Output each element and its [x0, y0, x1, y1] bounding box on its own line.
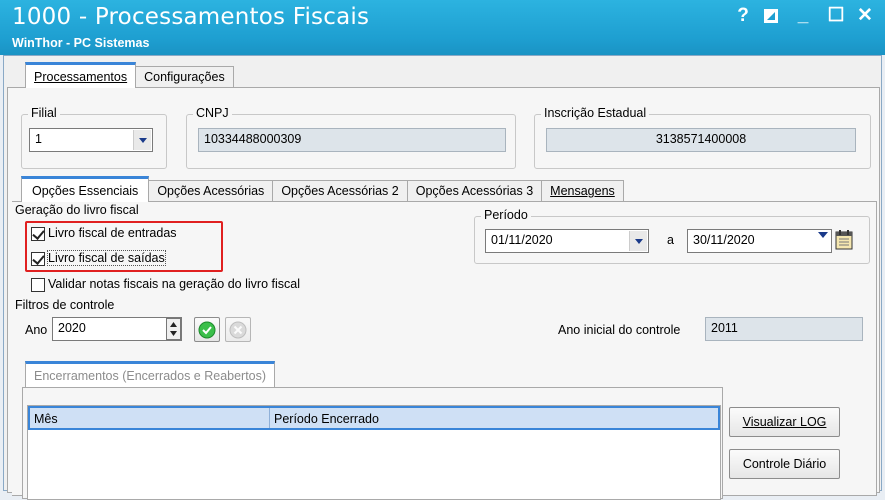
filtros-label: Filtros de controle	[15, 298, 115, 312]
enc-tab-row: Encerramentos (Encerrados e Reabertos)	[25, 361, 276, 387]
entradas-checkbox[interactable]	[31, 227, 45, 241]
ano-inicial-value: 2011	[711, 321, 738, 335]
periodo-from-value: 01/11/2020	[491, 233, 553, 247]
tab-mensagens-label: Mensagens	[550, 184, 615, 198]
tab-processamentos-label: Processamentos	[34, 70, 128, 84]
ano-stepper[interactable]	[166, 318, 181, 340]
periodo-label: Período	[481, 208, 531, 222]
periodo-group: Período 01/11/2020 a 30/11/2020	[474, 208, 870, 264]
app-title: 1000 - Processamentos Fiscais	[12, 4, 370, 30]
table-header: Mês Período Encerrado	[28, 406, 720, 430]
tab-opcoes-acessorias-2[interactable]: Opções Acessórias 2	[272, 180, 408, 202]
tab-encerramentos-label: Encerramentos (Encerrados e Reabertos)	[34, 369, 267, 383]
column-header-periodo[interactable]: Período Encerrado	[270, 408, 383, 428]
ano-label: Ano	[25, 323, 48, 337]
cancel-icon[interactable]	[225, 317, 251, 342]
maximize-button[interactable]: ☐	[823, 3, 849, 29]
validar-label[interactable]: Validar notas fiscais na geração do livr…	[48, 277, 300, 291]
confirm-icon[interactable]	[194, 317, 220, 342]
filial-select[interactable]: 1	[29, 128, 153, 152]
cnpj-group: CNPJ 10334488000309	[186, 106, 516, 169]
filial-label: Filial	[28, 106, 60, 120]
tab-processamentos[interactable]: Processamentos	[25, 62, 137, 88]
minimize-button[interactable]: _	[790, 3, 816, 29]
main-frame: Processamentos Configurações Filial 1 CN…	[3, 55, 882, 500]
ie-group: Inscrição Estadual 3138571400008	[534, 106, 871, 169]
encerramentos-table[interactable]: Mês Período Encerrado	[27, 405, 721, 500]
tab-opcoes-acessorias-label: Opções Acessórias	[157, 184, 265, 198]
geracao-label: Geração do livro fiscal	[15, 203, 139, 217]
processamentos-panel: Filial 1 CNPJ 10334488000309 Inscrição E…	[7, 87, 880, 500]
entradas-label[interactable]: Livro fiscal de entradas	[48, 226, 177, 240]
help-button[interactable]: ?	[730, 3, 756, 29]
opcoes-essenciais-panel: Geração do livro fiscal Livro fiscal de …	[12, 201, 877, 500]
tab-opcoes-acessorias-3-label: Opções Acessórias 3	[415, 184, 534, 198]
periodo-to-value: 30/11/2020	[693, 233, 755, 247]
tab-opcoes-acessorias[interactable]: Opções Acessórias	[148, 180, 274, 202]
tab-encerramentos[interactable]: Encerramentos (Encerrados e Reabertos)	[25, 361, 276, 387]
controle-diario-button[interactable]: Controle Diário	[729, 449, 840, 479]
sub-tab-row: Opções Essenciais Opções Acessórias Opçõ…	[21, 176, 624, 202]
tab-opcoes-essenciais-label: Opções Essenciais	[32, 184, 139, 198]
ano-input[interactable]: 2020	[52, 317, 182, 341]
tab-configuracoes-label: Configurações	[144, 70, 225, 84]
close-button[interactable]: ✕	[852, 3, 878, 29]
tab-opcoes-essenciais[interactable]: Opções Essenciais	[21, 176, 150, 202]
ie-value: 3138571400008	[655, 132, 747, 146]
cnpj-field: 10334488000309	[198, 128, 506, 152]
controle-diario-label: Controle Diário	[742, 457, 827, 471]
cnpj-label: CNPJ	[193, 106, 232, 120]
top-tab-row: Processamentos Configurações	[25, 62, 234, 88]
saidas-checkbox[interactable]	[31, 252, 45, 266]
restore-icon[interactable]	[758, 3, 784, 29]
title-bar[interactable]: 1000 - Processamentos Fiscais WinThor - …	[0, 0, 885, 55]
app-subtitle: WinThor - PC Sistemas	[12, 36, 150, 50]
validar-checkbox[interactable]	[31, 278, 45, 292]
tab-opcoes-acessorias-2-label: Opções Acessórias 2	[281, 184, 399, 198]
periodo-to-input[interactable]: 30/11/2020	[687, 229, 832, 253]
cnpj-value: 10334488000309	[204, 132, 302, 146]
encerramentos-panel: Mês Período Encerrado	[22, 387, 723, 500]
chevron-down-icon[interactable]	[818, 232, 828, 238]
chevron-down-icon[interactable]	[133, 130, 151, 150]
periodo-sep: a	[667, 233, 674, 247]
saidas-label[interactable]: Livro fiscal de saídas	[47, 250, 166, 266]
ie-label: Inscrição Estadual	[541, 106, 650, 120]
periodo-from-input[interactable]: 01/11/2020	[485, 229, 649, 253]
filial-group: Filial 1	[21, 106, 167, 169]
chevron-down-icon[interactable]	[629, 231, 647, 251]
ano-inicial-field: 2011	[705, 317, 863, 341]
ano-inicial-label: Ano inicial do controle	[558, 323, 681, 337]
visualizar-log-button[interactable]: Visualizar LOG	[729, 407, 840, 437]
calendar-icon[interactable]	[834, 229, 854, 251]
ano-value: 2020	[58, 321, 86, 335]
ie-field: 3138571400008	[546, 128, 856, 152]
visualizar-log-label: Visualizar LOG	[742, 415, 827, 429]
app-window: 1000 - Processamentos Fiscais WinThor - …	[0, 0, 885, 500]
tab-mensagens[interactable]: Mensagens	[541, 180, 624, 202]
tab-opcoes-acessorias-3[interactable]: Opções Acessórias 3	[406, 180, 543, 202]
tab-configuracoes[interactable]: Configurações	[135, 66, 234, 88]
filial-value: 1	[35, 132, 42, 146]
column-header-mes[interactable]: Mês	[30, 408, 270, 428]
